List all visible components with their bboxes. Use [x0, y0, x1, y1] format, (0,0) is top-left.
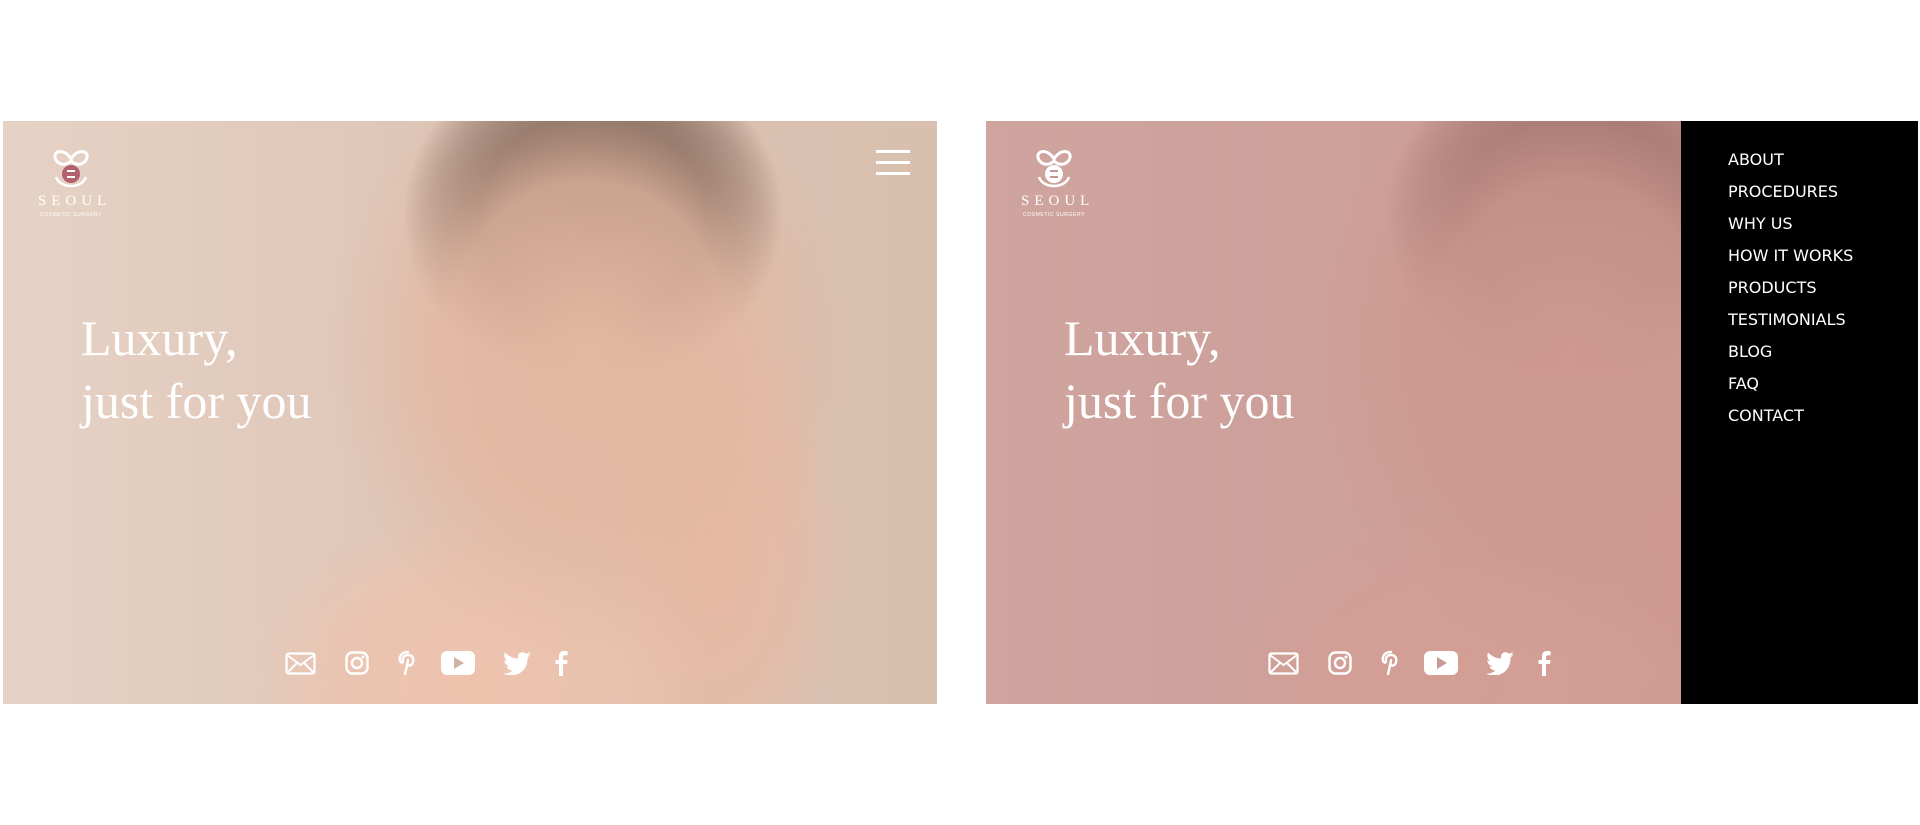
headline-line-1: Luxury,: [1064, 310, 1221, 366]
menu-item-about[interactable]: ABOUT: [1728, 149, 1853, 181]
social-links: [285, 649, 568, 677]
menu-item-why-us[interactable]: WHY US: [1728, 213, 1853, 245]
hero-headline: Luxury, just for you: [1064, 307, 1295, 433]
menu-item-contact[interactable]: CONTACT: [1728, 405, 1853, 437]
brand-tagline: COSMETIC SURGERY: [1022, 212, 1085, 218]
logo-emblem-icon: [53, 150, 89, 188]
navigation-menu-list: ABOUT PROCEDURES WHY US HOW IT WORKS PRO…: [1728, 149, 1853, 437]
menu-item-faq[interactable]: FAQ: [1728, 373, 1853, 405]
menu-item-testimonials[interactable]: TESTIMONIALS: [1728, 309, 1853, 341]
brand-tagline: COSMETIC SURGERY: [39, 212, 102, 218]
menu-item-products[interactable]: PRODUCTS: [1728, 277, 1853, 309]
youtube-icon[interactable]: [441, 651, 475, 675]
facebook-icon[interactable]: [1537, 650, 1551, 676]
navigation-menu-panel: ABOUT PROCEDURES WHY US HOW IT WORKS PRO…: [1681, 121, 1918, 704]
menu-item-procedures[interactable]: PROCEDURES: [1728, 181, 1853, 213]
headline-line-2: just for you: [1064, 373, 1295, 429]
instagram-icon[interactable]: [1328, 651, 1352, 675]
facebook-icon[interactable]: [554, 650, 568, 676]
hero-headline: Luxury, just for you: [81, 307, 312, 433]
menu-item-how-it-works[interactable]: HOW IT WORKS: [1728, 245, 1853, 277]
twitter-icon[interactable]: [1485, 651, 1515, 675]
mail-icon[interactable]: [1268, 651, 1299, 675]
headline-line-1: Luxury,: [81, 310, 238, 366]
logo-emblem-icon: [1036, 150, 1072, 188]
brand-name: SEOUL: [38, 193, 112, 209]
social-links: [1268, 649, 1551, 677]
instagram-icon[interactable]: [345, 651, 369, 675]
hero-default-state: SEOUL COSMETIC SURGERY Luxury, just for …: [3, 121, 937, 704]
menu-item-blog[interactable]: BLOG: [1728, 341, 1853, 373]
mail-icon[interactable]: [285, 651, 316, 675]
brand-name: SEOUL: [1021, 193, 1095, 209]
hamburger-menu-icon[interactable]: [876, 148, 910, 178]
pinterest-icon[interactable]: [1381, 650, 1401, 676]
pinterest-icon[interactable]: [398, 650, 418, 676]
headline-line-2: just for you: [81, 373, 312, 429]
brand-logo[interactable]: SEOUL COSMETIC SURGERY: [33, 147, 109, 218]
brand-logo[interactable]: SEOUL COSMETIC SURGERY: [1016, 147, 1092, 218]
twitter-icon[interactable]: [502, 651, 532, 675]
youtube-icon[interactable]: [1424, 651, 1458, 675]
hero-menu-open-state: SEOUL COSMETIC SURGERY Luxury, just for …: [986, 121, 1918, 704]
